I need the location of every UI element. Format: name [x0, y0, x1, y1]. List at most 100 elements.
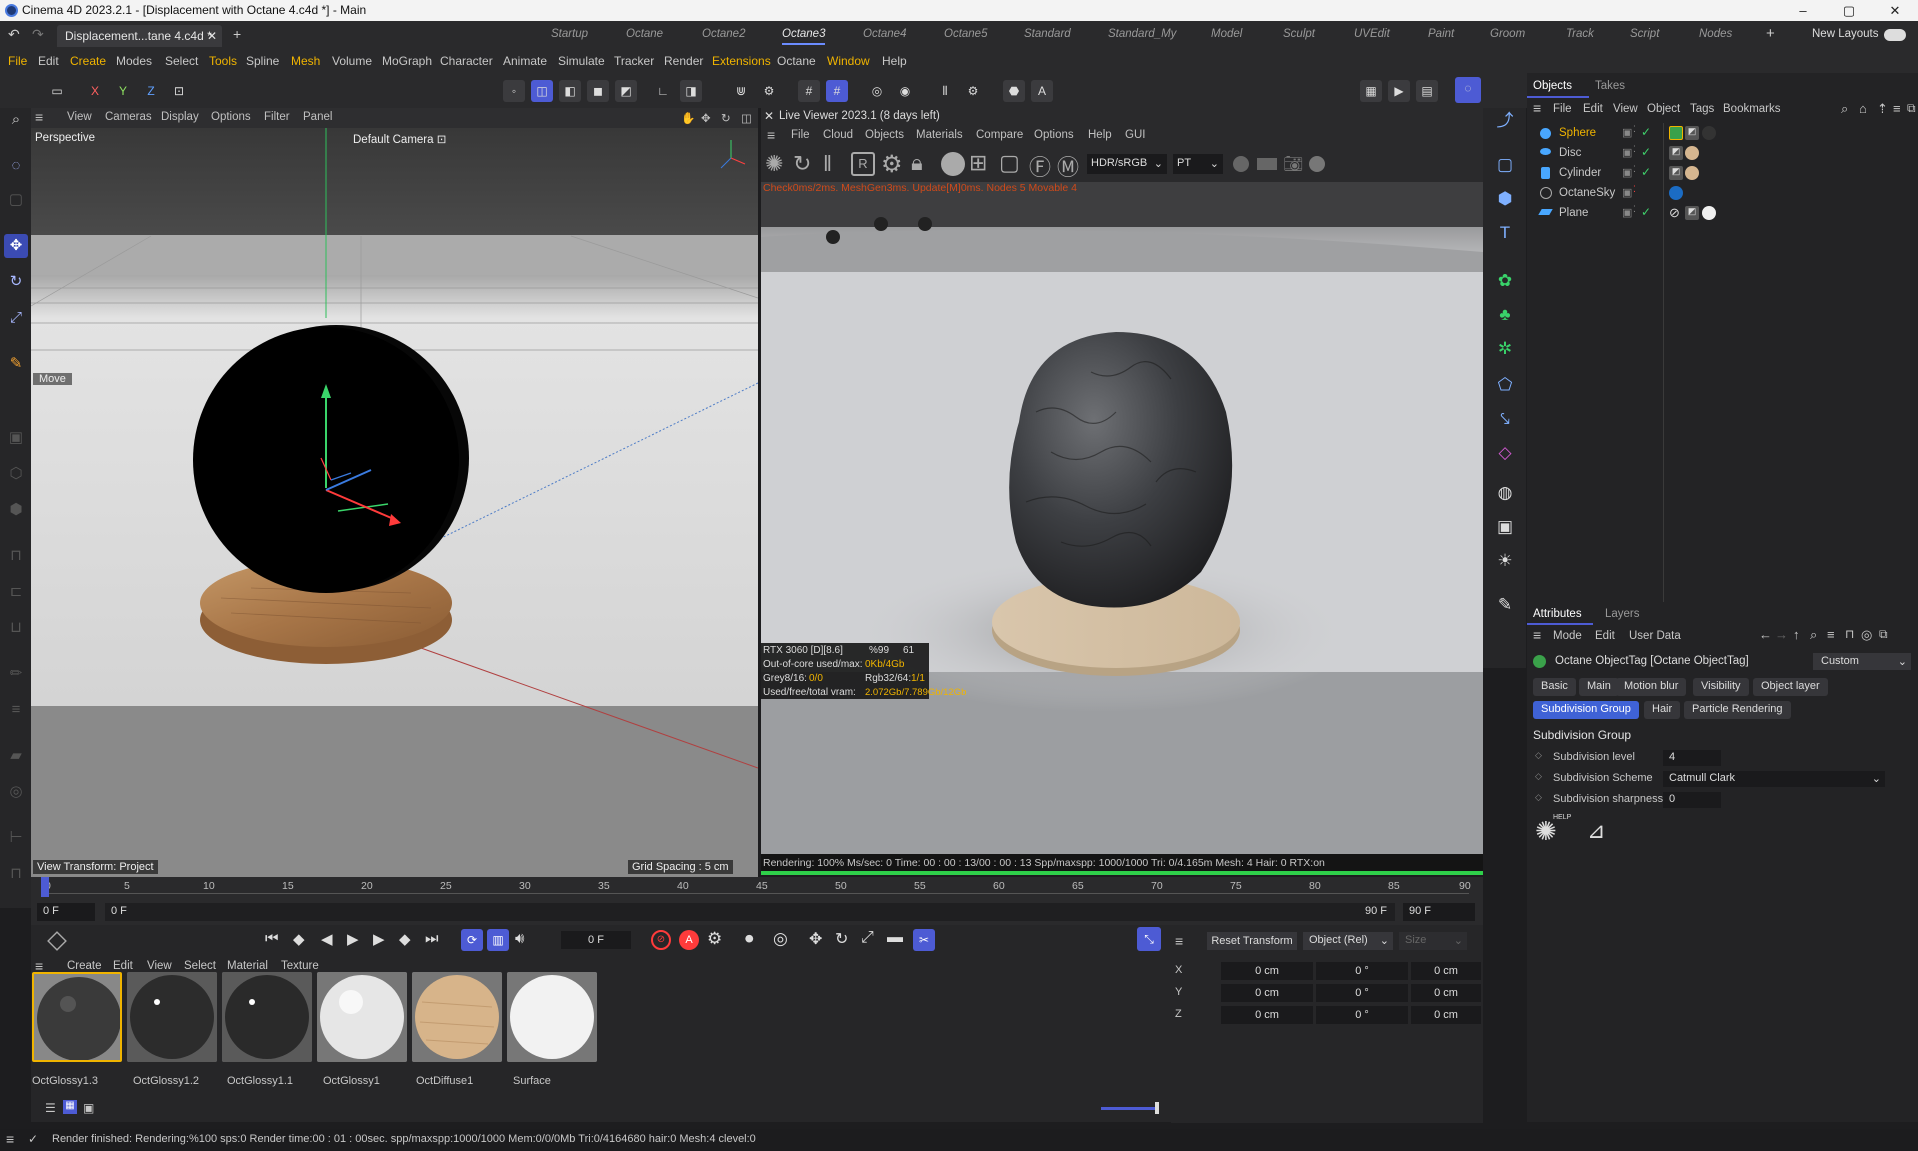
- mat-menu-create[interactable]: Create: [67, 960, 102, 972]
- knife-icon[interactable]: ⬢: [4, 498, 28, 522]
- size-mode-select[interactable]: Size ⌄: [1399, 932, 1467, 950]
- menu-mesh[interactable]: Mesh: [291, 54, 320, 68]
- menu-extensions[interactable]: Extensions: [712, 54, 771, 68]
- autokey-icon[interactable]: A: [679, 930, 699, 950]
- start-frame-field[interactable]: 0 F: [37, 903, 95, 921]
- layout-toggle[interactable]: [1884, 29, 1906, 41]
- layout-tab-octane3[interactable]: Octane3: [782, 28, 826, 45]
- material-tag-icon[interactable]: [1685, 166, 1699, 180]
- field-icon[interactable]: ◇: [1492, 440, 1518, 466]
- go-to-end-icon[interactable]: ⏭: [425, 930, 439, 947]
- lv-menu-file[interactable]: File: [791, 129, 810, 141]
- object-row-disc[interactable]: Disc ▣ ⁚ ✓ ◩: [1527, 144, 1918, 163]
- layer-icon[interactable]: ▣: [1622, 206, 1632, 219]
- new-layouts-label[interactable]: New Layouts: [1812, 28, 1878, 40]
- lv-settings-icon[interactable]: ⚙: [881, 150, 903, 179]
- menu-spline[interactable]: Spline: [246, 54, 279, 68]
- key-filter-icon[interactable]: ◎: [773, 929, 788, 949]
- lv-menu-cloud[interactable]: Cloud: [823, 129, 853, 141]
- size-z-input[interactable]: 0 cm: [1411, 1006, 1481, 1024]
- object-row-sphere[interactable]: Sphere ▣ ⁚ ✓ ◩: [1527, 124, 1918, 143]
- obj-menu-file[interactable]: File: [1553, 103, 1572, 115]
- viewport-camera-label[interactable]: Default Camera ⊡: [353, 132, 446, 146]
- attr-tab-motion-blur[interactable]: Motion blur: [1616, 678, 1687, 696]
- clay-mode-icon[interactable]: [941, 152, 965, 176]
- scale-tool-icon[interactable]: ⤢: [4, 306, 28, 330]
- workplane-icon[interactable]: #: [826, 80, 848, 102]
- keyframe-diamond-icon[interactable]: ◇: [1535, 771, 1542, 782]
- menu-modes[interactable]: Modes: [116, 54, 152, 68]
- camera-snapshot-icon[interactable]: 📷︎: [1283, 154, 1303, 174]
- viewport-menu-view[interactable]: View: [67, 111, 92, 123]
- extrude-icon[interactable]: ▣: [4, 426, 28, 450]
- previous-frame-icon[interactable]: ◀: [321, 930, 333, 948]
- focus-picker-icon[interactable]: Ⓕ: [1029, 150, 1051, 182]
- position-z-input[interactable]: 0 cm: [1221, 1006, 1313, 1024]
- menu-simulate[interactable]: Simulate: [558, 54, 605, 68]
- coordinate-system-icon[interactable]: ⊡: [168, 80, 190, 102]
- next-key-icon[interactable]: ◆: [399, 930, 411, 948]
- weld-icon[interactable]: ⊏: [4, 580, 28, 604]
- document-tab[interactable]: Displacement...tane 4.c4d * ✕: [57, 25, 222, 47]
- menu-file[interactable]: File: [8, 54, 27, 68]
- up-arrow-icon[interactable]: ↑: [1793, 627, 1800, 642]
- filter-icon[interactable]: ≡: [1893, 101, 1901, 116]
- lv-menu-help[interactable]: Help: [1088, 129, 1112, 141]
- rotate-view-icon[interactable]: ↻: [721, 111, 731, 125]
- object-row-octanesky[interactable]: OctaneSky ▣ ⁚: [1527, 184, 1918, 203]
- attr-menu-user-data[interactable]: User Data: [1629, 630, 1681, 642]
- reset-transform-button[interactable]: Reset Transform: [1207, 932, 1297, 950]
- texture-tag-icon[interactable]: ◩: [1669, 166, 1683, 180]
- add-document-icon[interactable]: +: [233, 26, 241, 42]
- preset-select[interactable]: Custom ⌄: [1813, 653, 1911, 670]
- maximize-view-icon[interactable]: ◫: [741, 111, 752, 125]
- polygons-mode-icon[interactable]: ◼: [587, 80, 609, 102]
- attr-tab-subdivision-group[interactable]: Subdivision Group: [1533, 701, 1639, 719]
- obj-menu-object[interactable]: Object: [1647, 103, 1680, 115]
- maximize-button[interactable]: ▢: [1826, 0, 1872, 21]
- menu-render[interactable]: Render: [664, 54, 703, 68]
- keyframe-icon[interactable]: [47, 931, 67, 951]
- previous-key-icon[interactable]: ◆: [293, 930, 305, 948]
- octane-tag-icon[interactable]: A: [1031, 80, 1053, 102]
- kernel-select[interactable]: PT ⌄: [1173, 154, 1223, 174]
- menu-octane[interactable]: Octane: [777, 54, 816, 68]
- octane-material-icon[interactable]: ⬣: [1003, 80, 1025, 102]
- mat-menu-material[interactable]: Material: [227, 960, 268, 972]
- points-mode-icon[interactable]: ◦: [503, 80, 525, 102]
- layout-tab-groom[interactable]: Groom: [1490, 28, 1525, 40]
- octane-live-viewer-icon[interactable]: ◌: [1455, 77, 1481, 103]
- grid-snap-icon[interactable]: #: [798, 80, 820, 102]
- material-picker-icon[interactable]: Ⓜ: [1057, 150, 1079, 182]
- timeline-ruler[interactable]: 0 5 10 15 20 25 30 35 40 45 50 55 60 65 …: [45, 877, 1471, 897]
- status-menu-icon[interactable]: ≡: [6, 1131, 14, 1147]
- layer-icon[interactable]: ▣: [1622, 166, 1632, 179]
- enabled-check-icon[interactable]: ✓: [1641, 145, 1651, 159]
- channel-dot-icon[interactable]: [1233, 156, 1249, 172]
- axis-mode-icon[interactable]: ∟: [652, 80, 674, 102]
- position-x-input[interactable]: 0 cm: [1221, 962, 1313, 980]
- lv-menu-materials[interactable]: Materials: [916, 129, 963, 141]
- obj-menu-edit[interactable]: Edit: [1583, 103, 1603, 115]
- restart-render-icon[interactable]: ↻: [793, 151, 811, 177]
- go-to-start-icon[interactable]: ⏮: [265, 930, 279, 947]
- attributes-menu-icon[interactable]: ≡: [1533, 627, 1541, 643]
- material-swatch-octglossy1-2[interactable]: [127, 972, 217, 1062]
- z-axis-lock-button[interactable]: Z: [140, 80, 162, 102]
- rotation-z-input[interactable]: 0 °: [1316, 1006, 1408, 1024]
- attr-tab-basic[interactable]: Basic: [1533, 678, 1576, 696]
- tab-takes[interactable]: Takes: [1595, 80, 1625, 92]
- up-arrow-icon[interactable]: ⇡: [1877, 101, 1888, 117]
- render-region-button[interactable]: R: [851, 152, 875, 176]
- viewport-menu-icon[interactable]: ≡: [35, 109, 43, 125]
- attr-tab-visibility[interactable]: Visibility: [1693, 678, 1749, 696]
- tab-attributes[interactable]: Attributes: [1533, 608, 1582, 620]
- key-param-icon[interactable]: ▬: [887, 929, 903, 947]
- menu-mograph[interactable]: MoGraph: [382, 54, 432, 68]
- loop-icon[interactable]: ⟳: [461, 929, 483, 951]
- forward-arrow-icon[interactable]: →: [1775, 627, 1788, 642]
- y-axis-lock-button[interactable]: Y: [112, 80, 134, 102]
- cube-outline-icon[interactable]: ▢: [1492, 152, 1518, 178]
- layer-icon[interactable]: ≡: [4, 698, 28, 722]
- lock-icon[interactable]: 🔒︎: [911, 150, 923, 176]
